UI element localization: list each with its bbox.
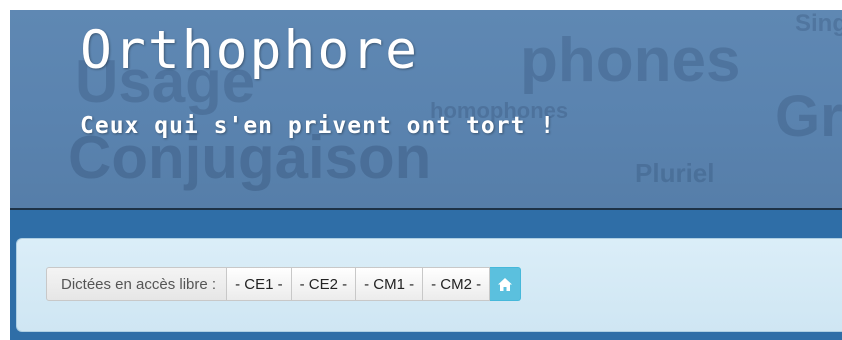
cm1-button[interactable]: - CM1 - [356,267,424,301]
home-button[interactable] [490,267,522,301]
ce2-button[interactable]: - CE2 - [291,267,357,301]
site-tagline: Ceux qui s'en privent ont tort ! [80,113,556,139]
banner-bg-word: Pluriel [635,158,715,188]
page-frame: Usage phones Conjugaison Gr Sing Pluriel… [10,10,842,340]
home-icon [498,277,513,291]
site-banner: Usage phones Conjugaison Gr Sing Pluriel… [10,10,842,208]
banner-bg-word: phones [520,26,741,95]
cm2-button[interactable]: - CM2 - [423,267,491,301]
banner-bg-word: Gr [775,84,842,149]
toolbar-label: Dictées en accès libre : [46,267,228,301]
dictation-toolbar: Dictées en accès libre : - CE1 - - CE2 -… [46,267,522,301]
ce1-button[interactable]: - CE1 - [227,267,292,301]
banner-bg-word: Sing [795,10,842,37]
site-title[interactable]: Orthophore [80,21,419,80]
